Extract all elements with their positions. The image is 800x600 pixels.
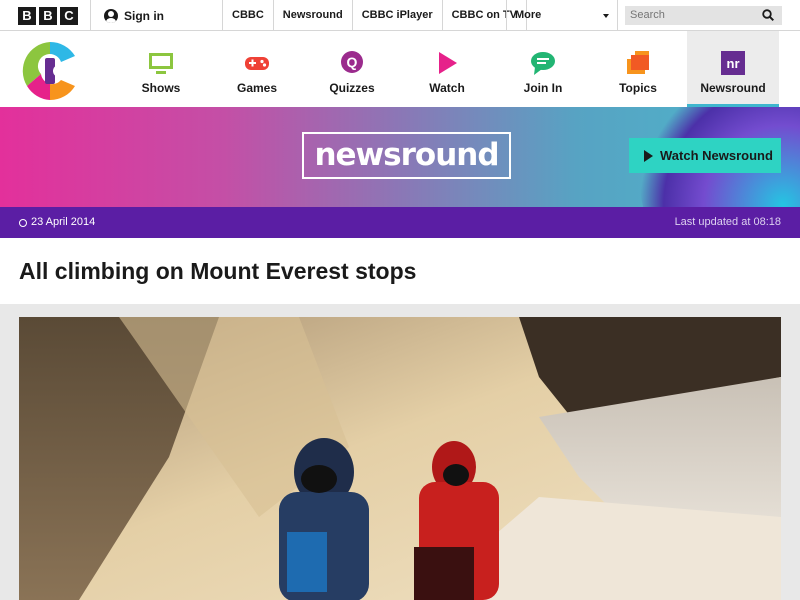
search-icon[interactable] (762, 9, 774, 21)
topics-icon (627, 51, 649, 74)
nav-watch[interactable]: Watch (401, 31, 493, 107)
bbc-logo-letter: B (18, 7, 36, 25)
nav-newsround[interactable]: nr Newsround (687, 31, 779, 107)
nav-label: Join In (523, 81, 563, 95)
nav-label: Games (236, 81, 278, 95)
user-icon (104, 8, 118, 23)
watch-newsround-label: Watch Newsround (660, 148, 773, 163)
headline-container: All climbing on Mount Everest stops (0, 238, 800, 304)
nav-topics[interactable]: Topics (592, 31, 684, 107)
more-label: More (515, 9, 542, 21)
nav-label: Newsround (700, 81, 766, 95)
bbc-logo-letter: C (60, 7, 78, 25)
everest-climbers-image (19, 317, 781, 600)
quiz-icon: Q (341, 51, 363, 73)
chevron-down-icon (603, 14, 609, 18)
search-input[interactable] (625, 6, 782, 25)
article-date-bar: 23 April 2014 Last updated at 08:18 (0, 207, 800, 238)
svg-text:nr: nr (727, 56, 740, 71)
svg-text:Q: Q (347, 54, 358, 70)
sign-in-label: Sign in (124, 8, 164, 23)
cbbc-logo[interactable] (19, 40, 81, 102)
nav-quizzes[interactable]: Q Quizzes (306, 31, 398, 107)
sign-in-link[interactable]: Sign in (104, 0, 164, 31)
clock-icon (19, 218, 27, 227)
last-updated: Last updated at 08:18 (674, 216, 781, 228)
top-link-cbbc-iplayer[interactable]: CBBC iPlayer (351, 0, 442, 31)
nav-games[interactable]: Games (211, 31, 303, 107)
bbc-global-bar: B B C Sign in CBBC Newsround CBBC iPlaye… (0, 0, 800, 31)
nav-label: Watch (429, 81, 465, 95)
top-link-newsround[interactable]: Newsround (272, 0, 352, 31)
newsround-icon: nr (721, 51, 745, 75)
play-icon (644, 150, 653, 162)
gamepad-icon (245, 57, 269, 70)
bbc-logo-letter: B (39, 7, 57, 25)
top-link-cbbc[interactable]: CBBC (222, 0, 273, 31)
newsround-logo[interactable]: newsround (302, 132, 511, 179)
more-menu[interactable]: More (506, 0, 618, 31)
chat-icon (531, 52, 555, 75)
nav-label: Quizzes (329, 81, 375, 95)
top-links: CBBC Newsround CBBC iPlayer CBBC on TV (222, 0, 527, 31)
nav-label: Shows (141, 81, 181, 95)
nav-join-in[interactable]: Join In (497, 31, 589, 107)
divider (90, 0, 91, 31)
cbbc-nav: Shows Games Q Quizzes Watch Join In Topi… (0, 31, 800, 107)
article-date-text: 23 April 2014 (31, 216, 96, 228)
watch-newsround-button[interactable]: Watch Newsround (629, 138, 781, 173)
play-icon (439, 52, 457, 74)
nav-label: Topics (619, 81, 657, 95)
page-title: All climbing on Mount Everest stops (19, 258, 417, 284)
newsround-banner: newsround Watch Newsround (0, 107, 800, 207)
article-photo (19, 317, 781, 600)
article-date: 23 April 2014 (19, 207, 95, 238)
nav-shows[interactable]: Shows (115, 31, 207, 107)
bbc-logo[interactable]: B B C (18, 7, 78, 25)
tv-icon (149, 53, 173, 74)
